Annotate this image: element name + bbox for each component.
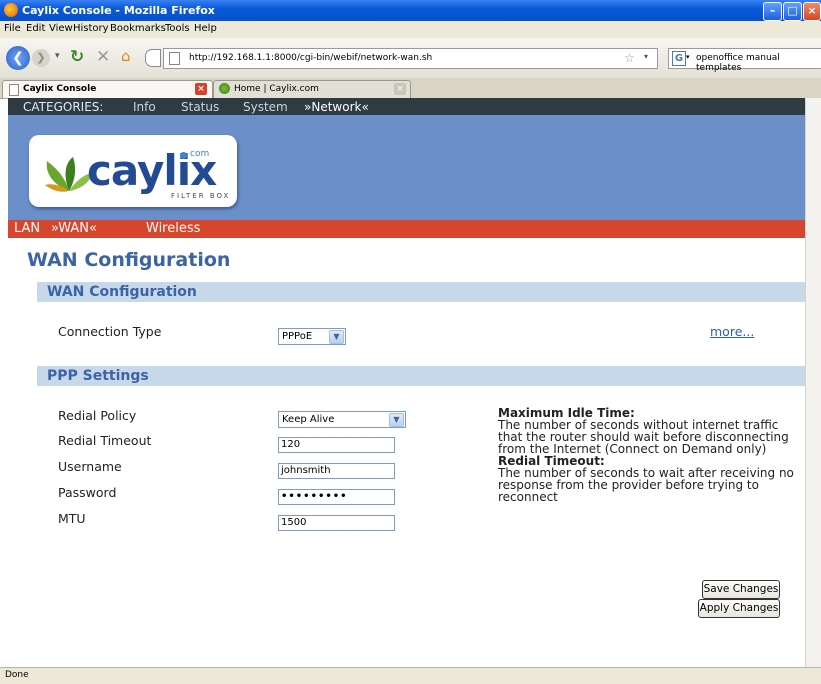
page-title: WAN Configuration <box>27 249 231 271</box>
menu-view[interactable]: View <box>49 23 73 34</box>
connection-type-select[interactable]: PPPoE ▼ <box>278 328 346 345</box>
logo-com: com <box>190 149 210 159</box>
username-input[interactable]: johnsmith <box>278 463 395 479</box>
connection-type-label: Connection Type <box>58 324 162 339</box>
status-bar: Done <box>0 667 821 684</box>
menu-bookmarks[interactable]: Bookmarks <box>110 23 166 34</box>
back-icon[interactable]: ❮ <box>6 46 30 70</box>
status-text: Done <box>5 670 29 680</box>
sub-navigation: LAN »WAN« Wireless <box>8 220 805 238</box>
minimize-button[interactable]: – <box>763 2 782 21</box>
menu-tools[interactable]: Tools <box>165 23 190 34</box>
redial-policy-label: Redial Policy <box>58 408 137 423</box>
subnav-wireless[interactable]: Wireless <box>146 221 200 236</box>
firefox-icon <box>4 3 18 17</box>
mtu-input[interactable]: 1500 <box>278 515 395 531</box>
caylix-favicon-icon <box>219 83 230 94</box>
chevron-down-icon[interactable]: ▼ <box>389 413 404 427</box>
tab-bar: Caylix Console × Home | Caylix.com × <box>0 78 821 99</box>
home-icon[interactable]: ⌂ <box>121 47 131 65</box>
apply-changes-button[interactable]: Apply Changes <box>698 599 780 618</box>
menu-bar: File Edit View History Bookmarks Tools H… <box>0 21 821 38</box>
ppp-section-title: PPP Settings <box>47 368 149 384</box>
mtu-label: MTU <box>58 511 86 526</box>
caylix-logo[interactable]: caylix com FILTER BOX <box>29 135 237 207</box>
page-document-icon <box>169 52 180 65</box>
tab-caylix-console[interactable]: Caylix Console × <box>2 80 213 98</box>
subnav-wan[interactable]: »WAN« <box>51 221 97 236</box>
categories-label: CATEGORIES: <box>23 100 104 114</box>
page-content: CATEGORIES: Info Status System »Network«… <box>8 98 805 667</box>
redial-policy-value: Keep Alive <box>282 414 335 425</box>
tab-caylix-home[interactable]: Home | Caylix.com × <box>213 80 411 98</box>
close-button[interactable]: × <box>803 2 821 21</box>
category-network[interactable]: »Network« <box>304 100 369 114</box>
bookmark-star-icon[interactable]: ☆ <box>624 51 635 65</box>
redial-policy-select[interactable]: Keep Alive ▼ <box>278 411 406 428</box>
search-engine-dropdown-icon[interactable]: ▾ <box>686 53 690 61</box>
forward-icon[interactable]: ❯ <box>32 49 50 67</box>
save-changes-button[interactable]: Save Changes <box>702 580 780 599</box>
logo-subtitle: FILTER BOX <box>171 192 231 200</box>
navigation-toolbar: ❮ ❯ ▾ ↻ ✕ ⌂ http://192.168.1.1:8000/cgi-… <box>0 38 821 79</box>
maximize-button[interactable]: □ <box>783 2 802 21</box>
search-input[interactable]: G ▾ openoffice manual templates <box>668 48 821 73</box>
search-text: openoffice manual templates <box>696 53 780 73</box>
categories-bar: CATEGORIES: Info Status System »Network« <box>8 98 805 115</box>
chevron-down-icon[interactable]: ▼ <box>329 330 344 344</box>
window-title-bar: Caylix Console - Mozilla Firefox – □ × <box>0 0 821 21</box>
category-status[interactable]: Status <box>181 100 219 114</box>
menu-history[interactable]: History <box>73 23 109 34</box>
password-label: Password <box>58 485 117 500</box>
google-icon[interactable]: G <box>672 51 686 66</box>
menu-edit[interactable]: Edit <box>26 23 45 34</box>
password-input[interactable]: ••••••••• <box>278 489 395 505</box>
help-panel: Maximum Idle Time: The number of seconds… <box>498 407 798 503</box>
connection-type-value: PPPoE <box>282 331 313 342</box>
more-link[interactable]: more... <box>710 324 754 339</box>
url-bar[interactable]: http://192.168.1.1:8000/cgi-bin/webif/ne… <box>163 48 658 69</box>
category-info[interactable]: Info <box>133 100 156 114</box>
tab-close-icon[interactable]: × <box>195 83 207 95</box>
window-title: Caylix Console - Mozilla Firefox <box>22 4 215 17</box>
logo-dot-icon <box>180 152 187 159</box>
subnav-lan[interactable]: LAN <box>14 221 40 236</box>
wan-section-header: WAN Configuration <box>37 282 805 302</box>
stop-icon[interactable]: ✕ <box>96 47 110 67</box>
url-dropdown-icon[interactable]: ▾ <box>644 52 648 61</box>
redial-timeout-label: Redial Timeout <box>58 433 152 448</box>
page-document-icon <box>9 84 19 96</box>
wan-section-title: WAN Configuration <box>47 284 197 300</box>
header-banner: caylix com FILTER BOX <box>8 115 805 220</box>
page-icon <box>145 49 161 67</box>
help-redial-text: The number of seconds to wait after rece… <box>498 466 794 504</box>
ppp-section-header: PPP Settings <box>37 366 805 386</box>
history-dropdown-icon[interactable]: ▾ <box>55 51 60 61</box>
category-system[interactable]: System <box>243 100 288 114</box>
help-idle-text: The number of seconds without internet t… <box>498 418 789 456</box>
url-text: http://192.168.1.1:8000/cgi-bin/webif/ne… <box>189 53 433 63</box>
menu-file[interactable]: File <box>4 23 21 34</box>
vertical-scrollbar[interactable] <box>805 98 821 667</box>
menu-help[interactable]: Help <box>194 23 217 34</box>
tab-close-icon[interactable]: × <box>394 83 406 95</box>
username-label: Username <box>58 459 122 474</box>
redial-timeout-input[interactable]: 120 <box>278 437 395 453</box>
reload-icon[interactable]: ↻ <box>70 47 84 67</box>
